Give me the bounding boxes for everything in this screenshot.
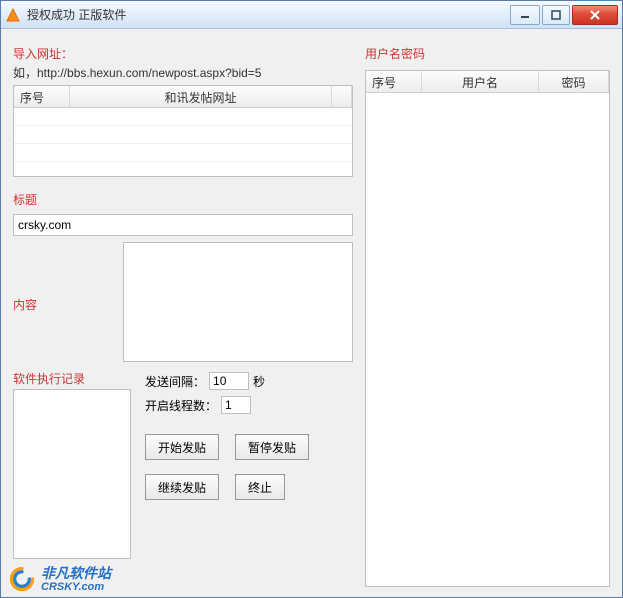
threads-input[interactable] <box>221 396 251 414</box>
window-title: 授权成功 正版软件 <box>27 6 508 23</box>
cred-col-user[interactable]: 用户名 <box>422 71 539 92</box>
watermark-logo-icon <box>9 566 35 592</box>
threads-label: 开启线程数： <box>145 397 217 414</box>
interval-label: 发送间隔： <box>145 373 205 390</box>
titlebar[interactable]: 授权成功 正版软件 <box>1 1 622 29</box>
interval-unit: 秒 <box>253 373 265 390</box>
title-input[interactable] <box>13 214 353 236</box>
content-label: 内容 <box>13 296 37 313</box>
import-url-example: 如，http://bbs.hexun.com/newpost.aspx?bid=… <box>13 64 353 81</box>
log-textarea[interactable] <box>13 389 131 559</box>
content-textarea[interactable] <box>123 242 353 362</box>
cred-col-pwd[interactable]: 密码 <box>539 71 609 92</box>
url-col-seq[interactable]: 序号 <box>14 86 70 107</box>
stop-button[interactable]: 终止 <box>235 474 285 500</box>
start-button[interactable]: 开始发贴 <box>145 434 219 460</box>
main-window: 授权成功 正版软件 导入网址： 如，http://bbs.hexun.com/n… <box>0 0 623 598</box>
watermark: 非凡软件站 CRSKY.com <box>1 562 119 597</box>
credentials-label: 用户名密码 <box>365 45 610 62</box>
maximize-button[interactable] <box>542 5 570 25</box>
interval-input[interactable] <box>209 372 249 390</box>
url-table[interactable]: 序号 和讯发帖网址 <box>13 85 353 177</box>
client-area: 导入网址： 如，http://bbs.hexun.com/newpost.asp… <box>1 29 622 597</box>
title-label: 标题 <box>13 191 353 208</box>
resume-button[interactable]: 继续发贴 <box>145 474 219 500</box>
watermark-text-en: CRSKY.com <box>41 581 111 593</box>
watermark-text-cn: 非凡软件站 <box>41 566 111 581</box>
pause-button[interactable]: 暂停发贴 <box>235 434 309 460</box>
app-icon <box>5 7 21 23</box>
cred-col-seq[interactable]: 序号 <box>366 71 422 92</box>
import-url-label: 导入网址： <box>13 45 353 62</box>
close-button[interactable] <box>572 5 618 25</box>
credentials-table[interactable]: 序号 用户名 密码 <box>365 70 610 587</box>
url-col-spacer <box>332 86 352 107</box>
url-col-addr[interactable]: 和讯发帖网址 <box>70 86 332 107</box>
log-label: 软件执行记录 <box>13 370 131 387</box>
minimize-button[interactable] <box>510 5 540 25</box>
